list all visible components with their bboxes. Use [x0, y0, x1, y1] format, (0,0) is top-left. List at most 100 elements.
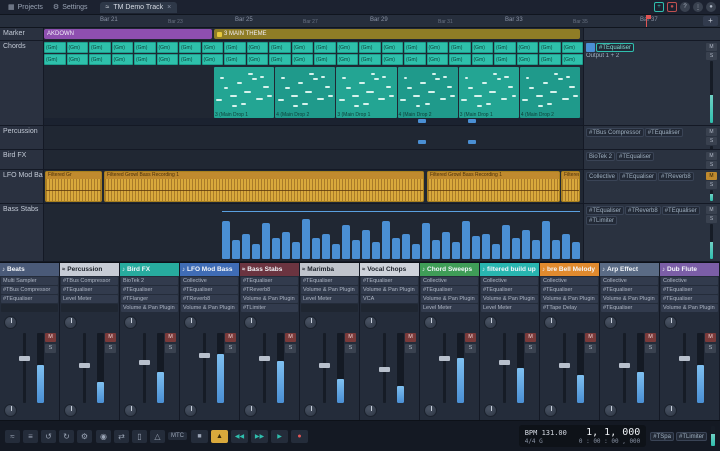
mute-button[interactable]: M [645, 333, 656, 342]
fader-handle[interactable] [79, 363, 90, 368]
channel-plugin-chip[interactable]: #TEqualiser [481, 286, 538, 294]
channel-plugin-chip[interactable]: Volume & Pan Plugin [421, 295, 478, 303]
rewind-button[interactable]: ◀◀ [231, 430, 248, 443]
fader-handle[interactable] [259, 356, 270, 361]
chord-cell[interactable]: (Gm) [539, 54, 561, 65]
lock-icon[interactable]: ▯ [132, 430, 147, 443]
pan-knob[interactable] [184, 404, 197, 417]
track-name[interactable]: LFO Mod Bass [0, 170, 44, 203]
solo-button[interactable]: S [705, 344, 716, 353]
chord-cell[interactable]: (Gm) [112, 54, 134, 65]
chord-cell[interactable]: (Gm) [472, 54, 494, 65]
volume-fader[interactable] [203, 333, 206, 403]
volume-fader[interactable] [623, 333, 626, 403]
solo-button[interactable]: S [345, 344, 356, 353]
channel-plugin-chip[interactable]: Volume & Pan Plugin [481, 295, 538, 303]
volume-fader[interactable] [323, 333, 326, 403]
timecode-display[interactable]: 0 : 00 : 00 , 000 [579, 438, 640, 445]
playhead-flag[interactable] [646, 15, 651, 19]
automation-node[interactable] [418, 119, 426, 123]
channel-plugin-chip[interactable]: #TTape Delay [541, 304, 598, 312]
audio-clip[interactable]: Filtered Growl Bass Recording 1 [427, 171, 560, 202]
channel-plugin-chip[interactable]: #TBus Compressor [1, 286, 58, 294]
channel-plugin-chip[interactable]: VCA [361, 295, 418, 303]
chord-cell[interactable]: (Gm) [44, 54, 66, 65]
chord-cell[interactable]: (Gm) [382, 54, 404, 65]
chord-cell[interactable]: (Gm) [494, 42, 516, 53]
channel-plugin-chip[interactable]: Volume & Pan Plugin [241, 295, 298, 303]
gain-knob[interactable] [64, 316, 77, 329]
channel-header[interactable]: ♪Beats [0, 263, 59, 276]
plugin-chip[interactable]: #TReverb8 [658, 172, 694, 181]
channel-plugin-chip[interactable]: #TReverb8 [181, 295, 238, 303]
channel-plugin-chip[interactable]: Volume & Pan Plugin [121, 304, 178, 312]
track-lane[interactable] [44, 126, 583, 149]
output-selector[interactable]: Output 1 + 2 [586, 53, 703, 59]
chord-cell[interactable]: (Gm) [134, 54, 156, 65]
mute-button[interactable]: M [165, 333, 176, 342]
solo-button[interactable]: S [706, 181, 717, 189]
redo-icon[interactable]: ↻ [59, 430, 74, 443]
ruler-bar-label[interactable]: Bar 29 [370, 17, 388, 23]
plugin-chip[interactable]: #TEqualiser [662, 206, 700, 215]
channel-header[interactable]: ♪bre Bell Melody [540, 263, 599, 276]
channel-plugin-chip[interactable]: Collective [181, 277, 238, 285]
fader-handle[interactable] [139, 360, 150, 365]
chord-cell[interactable]: (Gm) [179, 42, 201, 53]
mute-button[interactable]: M [405, 333, 416, 342]
channel-plugin-chip[interactable]: Collective [661, 277, 718, 285]
ruler-bar-label[interactable]: Bar 21 [100, 17, 118, 23]
chord-cell[interactable]: (Gm) [292, 42, 314, 53]
mute-button[interactable]: M [706, 128, 717, 136]
solo-button[interactable]: S [165, 344, 176, 353]
chord-cell[interactable]: (Gm) [44, 42, 66, 53]
chord-cell[interactable]: (Gm) [449, 54, 471, 65]
time-signature[interactable]: 4/4 G [525, 438, 567, 445]
volume-fader[interactable] [443, 333, 446, 403]
channel-header[interactable]: ♪Chord Sweeps [420, 263, 479, 276]
track-lane[interactable] [44, 204, 583, 261]
channel-plugin-chip[interactable]: #TEqualiser [601, 304, 658, 312]
fader-handle[interactable] [619, 363, 630, 368]
ruler-bar-label[interactable]: Bar 25 [235, 17, 253, 23]
track-name[interactable]: Bird FX [0, 150, 44, 169]
solo-button[interactable]: S [285, 344, 296, 353]
solo-button[interactable]: S [706, 215, 717, 223]
channel-plugin-chip[interactable]: #TBus Compressor [61, 277, 118, 285]
channel-plugin-chip[interactable]: Volume & Pan Plugin [301, 286, 358, 294]
pan-knob[interactable] [364, 404, 377, 417]
channel-plugin-chip[interactable]: Collective [481, 277, 538, 285]
fader-handle[interactable] [559, 363, 570, 368]
gain-knob[interactable] [544, 316, 557, 329]
loop-icon[interactable]: ⇄ [114, 430, 129, 443]
mute-button[interactable]: M [706, 43, 717, 51]
chord-cell[interactable]: (Gm) [67, 54, 89, 65]
channel-plugin-chip[interactable]: #TEqualiser [361, 277, 418, 285]
pan-knob[interactable] [424, 404, 437, 417]
midi-clip[interactable]: 3 (Main Drop 1 [214, 67, 274, 118]
channel-header[interactable]: ♪filtered build up [480, 263, 539, 276]
gain-knob[interactable] [364, 316, 377, 329]
tab-tm-demo-track[interactable]: ≈ TM Demo Track × [100, 2, 178, 13]
chord-cell[interactable]: (Gm) [382, 42, 404, 53]
track-lane[interactable]: AKDOWN3 MAIN THEME [44, 28, 583, 40]
chord-cell[interactable]: (Gm) [404, 54, 426, 65]
channel-plugin-chip[interactable]: Volume & Pan Plugin [361, 286, 418, 294]
gain-knob[interactable] [184, 316, 197, 329]
pan-knob[interactable] [544, 404, 557, 417]
chord-cell[interactable]: (Gm) [157, 42, 179, 53]
channel-plugin-chip[interactable]: #TEqualiser [1, 295, 58, 303]
plugin-chip[interactable]: #TEqualiser [616, 152, 654, 161]
volume-fader[interactable] [143, 333, 146, 403]
gain-knob[interactable] [4, 316, 17, 329]
channel-plugin-chip[interactable]: #TEqualiser [121, 286, 178, 294]
chord-cell[interactable]: (Gm) [539, 42, 561, 53]
chord-cell[interactable]: (Gm) [224, 54, 246, 65]
forward-button[interactable]: ▶▶ [251, 430, 268, 443]
channel-header[interactable]: ♪LFO Mod Bass [180, 263, 239, 276]
add-button[interactable]: + [654, 2, 664, 12]
undo-icon[interactable]: ↺ [41, 430, 56, 443]
channel-plugin-chip[interactable]: Volume & Pan Plugin [541, 295, 598, 303]
mute-button[interactable]: M [45, 333, 56, 342]
mute-button[interactable]: M [285, 333, 296, 342]
